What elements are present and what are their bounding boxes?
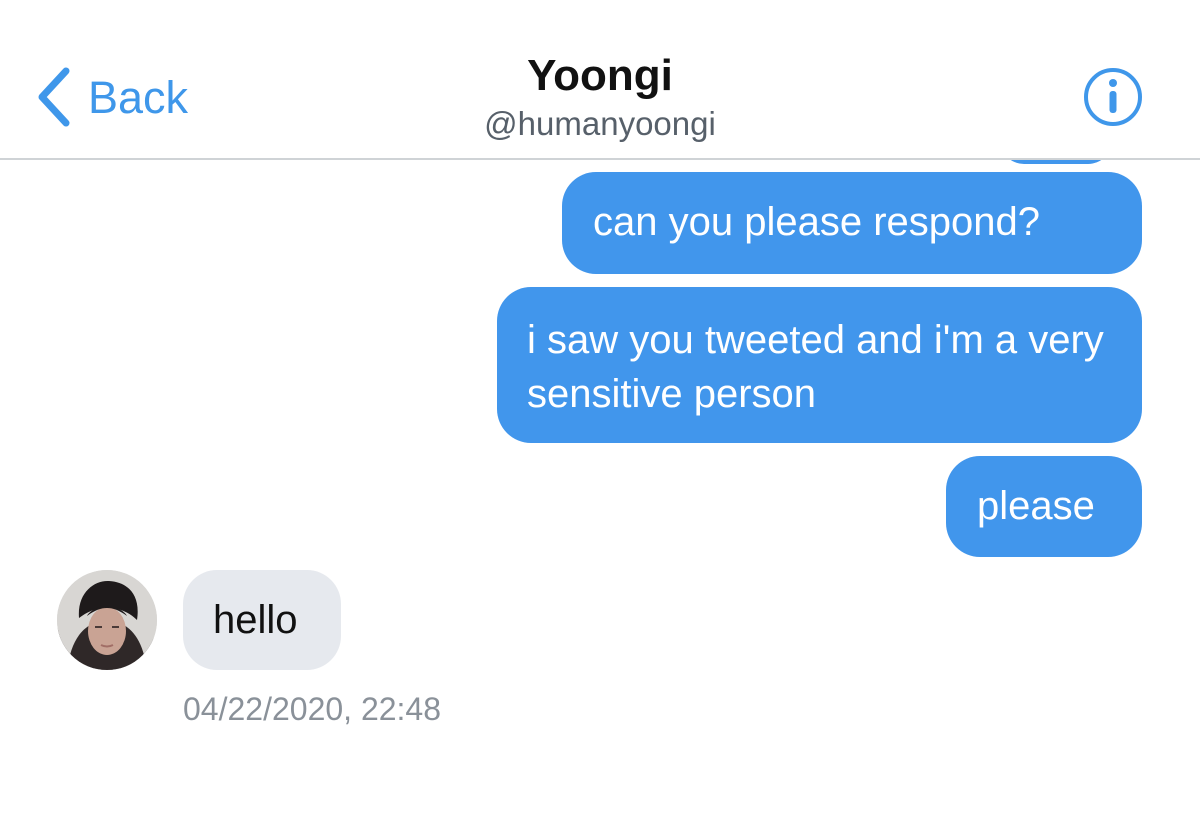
outgoing-message[interactable]: please: [946, 456, 1142, 557]
info-circle-icon: [1084, 68, 1142, 126]
chat-header: Back Yoongi @humanyoongi: [0, 0, 1200, 160]
info-button[interactable]: [1082, 66, 1144, 128]
contact-name: Yoongi: [527, 51, 673, 100]
message-text: can you please respond?: [593, 200, 1040, 244]
contact-handle: @humanyoongi: [484, 105, 716, 142]
message-text: i saw you tweeted and i'm a very sensiti…: [527, 318, 1104, 416]
outgoing-message[interactable]: can you please respond?: [562, 172, 1142, 274]
conversation-title[interactable]: Yoongi @humanyoongi: [0, 50, 1200, 144]
message-timestamp: 04/22/2020, 22:48: [183, 691, 442, 727]
incoming-message[interactable]: hello: [183, 570, 341, 670]
avatar-photo: [57, 570, 157, 670]
outgoing-message[interactable]: i saw you tweeted and i'm a very sensiti…: [497, 287, 1142, 443]
message-text: please: [977, 484, 1095, 528]
avatar[interactable]: [57, 570, 157, 670]
message-text: hello: [213, 598, 298, 642]
